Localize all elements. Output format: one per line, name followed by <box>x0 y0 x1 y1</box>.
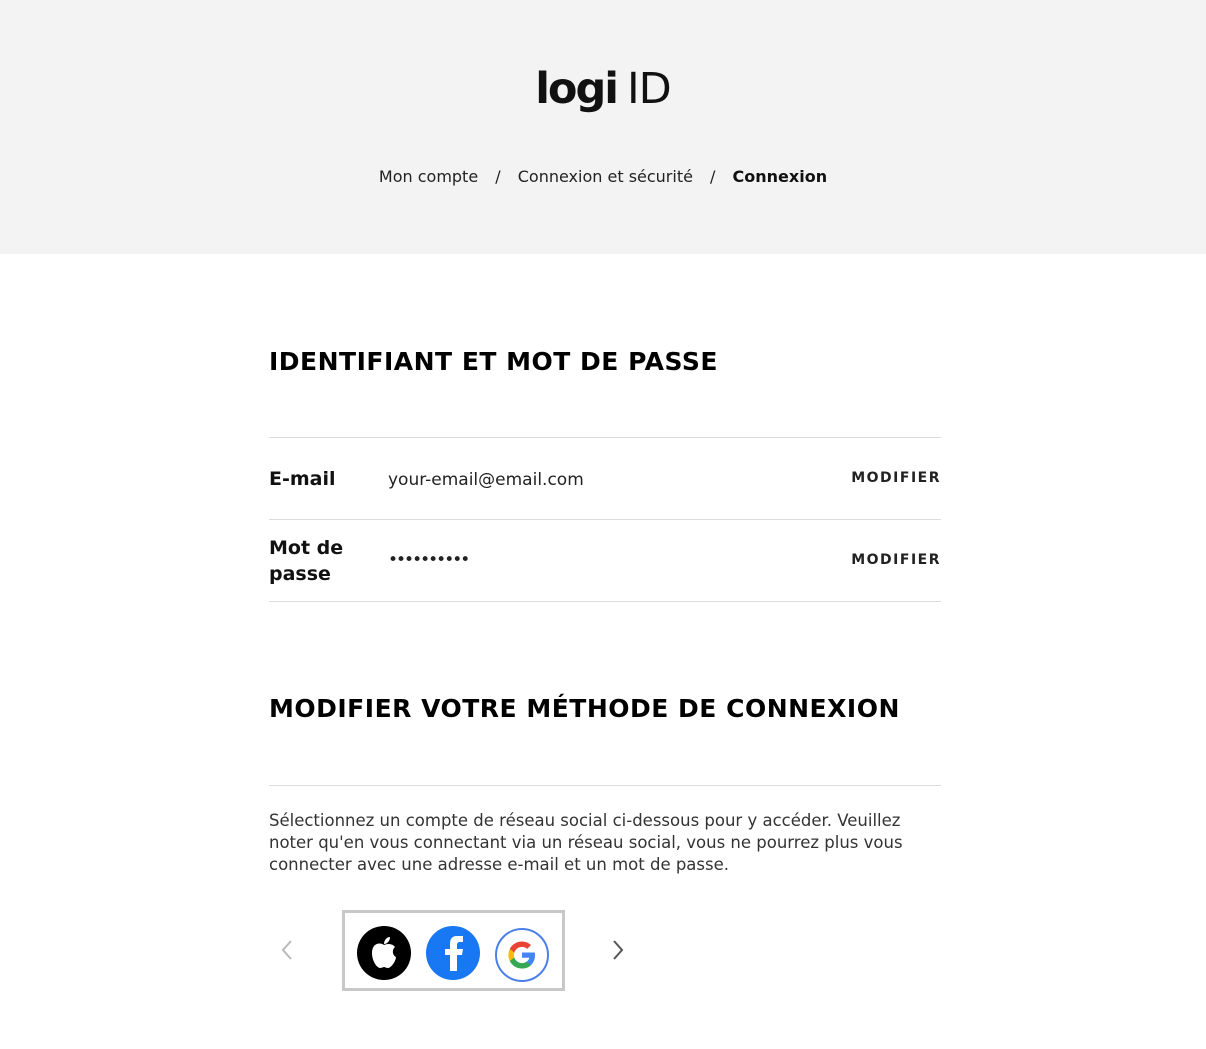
login-method-description: Sélectionnez un compte de réseau social … <box>269 811 903 874</box>
facebook-icon <box>445 936 463 971</box>
credentials-title: IDENTIFIANT ET MOT DE PASSE <box>269 347 718 376</box>
modify-email-button[interactable]: MODIFIER <box>851 470 941 486</box>
logi-id-logo: logi ID <box>0 64 1206 114</box>
divider <box>269 437 941 438</box>
google-login-button[interactable] <box>495 928 549 982</box>
carousel-prev-button[interactable] <box>272 930 302 970</box>
breadcrumb-separator: / <box>495 167 501 186</box>
social-providers-carousel <box>342 910 565 991</box>
chevron-left-icon <box>281 940 292 960</box>
breadcrumb-current: Connexion <box>732 167 828 186</box>
logo-brand: logi <box>535 64 619 114</box>
apple-login-button[interactable] <box>357 926 411 980</box>
email-label: E-mail <box>269 468 336 490</box>
divider <box>269 519 941 520</box>
breadcrumb: Mon compte / Connexion et sécurité / Con… <box>0 167 1206 186</box>
modify-password-button[interactable]: MODIFIER <box>851 552 941 568</box>
divider <box>269 785 941 786</box>
facebook-login-button[interactable] <box>426 926 480 980</box>
breadcrumb-connexion-securite[interactable]: Connexion et sécurité <box>518 167 693 186</box>
divider <box>269 601 941 602</box>
breadcrumb-separator: / <box>710 167 716 186</box>
password-label: Mot de passe <box>269 535 343 587</box>
chevron-right-icon <box>613 940 624 960</box>
apple-icon <box>372 937 396 968</box>
logo-suffix: ID <box>627 64 672 114</box>
carousel-next-button[interactable] <box>603 930 633 970</box>
google-icon <box>508 941 535 969</box>
login-method-title: MODIFIER VOTRE MÉTHODE DE CONNEXION <box>269 694 900 723</box>
breadcrumb-mon-compte[interactable]: Mon compte <box>379 167 478 186</box>
password-label-line1: Mot de <box>269 537 344 559</box>
password-label-line2: passe <box>269 563 331 585</box>
page-header: logi ID Mon compte / Connexion et sécurit… <box>0 0 1206 254</box>
password-value: •••••••••• <box>388 550 470 570</box>
email-value: your-email@email.com <box>388 470 584 490</box>
